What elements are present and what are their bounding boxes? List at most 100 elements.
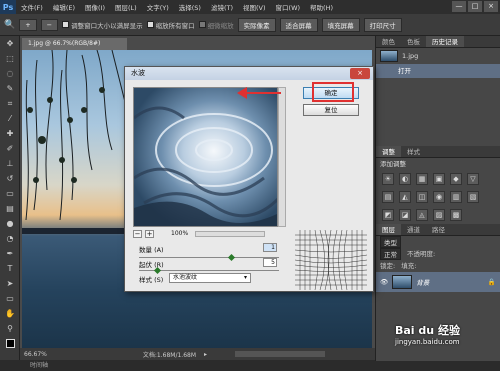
status-arrow-icon[interactable]: ▸ (204, 351, 207, 358)
preview-hscroll[interactable] (195, 230, 266, 237)
dodge-tool-icon[interactable]: ◔ (0, 231, 20, 246)
timeline-panel[interactable]: 时间轴 (0, 360, 500, 371)
zoom-in-button[interactable]: + (19, 18, 37, 31)
snapshot-label: 1.jpg (402, 52, 419, 60)
move-tool-icon[interactable]: ✥ (0, 36, 20, 51)
threshold-icon[interactable]: ◬ (416, 209, 428, 221)
blur-tool-icon[interactable]: ● (0, 216, 20, 231)
selective-color-icon[interactable]: ▨ (433, 209, 445, 221)
actual-pixels-button[interactable]: 实际像素 (237, 17, 276, 32)
options-bar: 🔍 + − 调整窗口大小以满屏显示 缩放所有窗口 细微缩放 实际像素 适合屏幕 … (0, 14, 500, 36)
history-brush-tool-icon[interactable]: ↺ (0, 171, 20, 186)
tab-swatches[interactable]: 色板 (401, 36, 426, 47)
filter-preview[interactable] (133, 87, 278, 227)
history-snapshot[interactable]: 1.jpg (376, 48, 500, 64)
path-select-tool-icon[interactable]: ➤ (0, 276, 20, 291)
gradient-icon[interactable]: ▩ (450, 209, 462, 221)
tab-layers[interactable]: 图层 (376, 224, 401, 235)
menu-help[interactable]: 帮助(H) (305, 2, 338, 12)
print-size-button[interactable]: 打印尺寸 (363, 17, 402, 32)
tab-adjustments[interactable]: 调整 (376, 146, 401, 157)
dialog-close-button[interactable]: × (350, 68, 370, 79)
zigzag-preview-image (134, 88, 277, 226)
exposure-icon[interactable]: ▣ (433, 173, 445, 185)
tab-color[interactable]: 颜色 (376, 36, 401, 47)
scrubby-zoom-checkbox[interactable]: 细微缩放 (198, 20, 234, 30)
posterize-icon[interactable]: ◪ (399, 209, 411, 221)
color-lookup-icon[interactable]: ▧ (467, 191, 479, 203)
healing-brush-tool-icon[interactable]: ✚ (0, 126, 20, 141)
amount-slider[interactable] (139, 257, 279, 258)
eyedropper-tool-icon[interactable]: ⁄ (0, 111, 20, 126)
photo-filter-icon[interactable]: ◉ (433, 191, 445, 203)
menu-edit[interactable]: 编辑(E) (48, 2, 80, 12)
brightness-icon[interactable]: ☀ (382, 173, 394, 185)
tools-panel: ✥ ⬚ ◌ ✎ ⌗ ⁄ ✚ ✐ ⊥ ↺ ▭ ▤ ● ◔ ✒ T ➤ ▭ ✋ ⚲ (0, 36, 20, 371)
hue-saturation-icon[interactable]: ▤ (382, 191, 394, 203)
menu-view[interactable]: 视图(V) (238, 2, 271, 12)
layer-kind-select[interactable]: 类型 (380, 236, 401, 248)
zoom-all-label: 缩放所有窗口 (155, 21, 195, 30)
channel-mixer-icon[interactable]: ▥ (450, 191, 462, 203)
document-tab[interactable]: 1.jpg @ 66.7%(RGB/8#) (22, 38, 127, 50)
reset-button[interactable]: 复位 (303, 104, 359, 116)
preview-scrollbar[interactable] (278, 87, 286, 227)
tab-history[interactable]: 历史记录 (426, 36, 464, 47)
gradient-tool-icon[interactable]: ▤ (0, 201, 20, 216)
hand-tool-icon[interactable]: ✋ (0, 306, 20, 321)
levels-icon[interactable]: ◐ (399, 173, 411, 185)
layer-row-background[interactable]: 👁 背景 🔒 (376, 272, 500, 292)
type-tool-icon[interactable]: T (0, 261, 20, 276)
layer-name: 背景 (416, 279, 430, 287)
gradient-map-icon[interactable]: ▽ (467, 173, 479, 185)
horizontal-scrollbar[interactable] (235, 351, 326, 357)
lasso-tool-icon[interactable]: ◌ (0, 66, 20, 81)
adjustments-panel-tabs: 调整 样式 (376, 146, 500, 158)
shape-tool-icon[interactable]: ▭ (0, 291, 20, 306)
maximize-button[interactable]: □ (468, 1, 482, 12)
fit-screen-button[interactable]: 适合屏幕 (279, 17, 318, 32)
black-white-icon[interactable]: ◫ (416, 191, 428, 203)
opacity-label: 不透明度: (407, 250, 436, 258)
style-select[interactable]: 水池波纹 ▾ (169, 273, 251, 283)
marquee-tool-icon[interactable]: ⬚ (0, 51, 20, 66)
clone-stamp-tool-icon[interactable]: ⊥ (0, 156, 20, 171)
amount-input[interactable]: 1 (263, 243, 277, 252)
layer-lock-icon: 🔒 (487, 278, 496, 286)
close-window-button[interactable]: × (484, 1, 498, 12)
brush-tool-icon[interactable]: ✐ (0, 141, 20, 156)
menu-filter[interactable]: 滤镜(T) (206, 2, 238, 12)
color-balance-icon[interactable]: ◭ (399, 191, 411, 203)
vibrance-icon[interactable]: ◆ (450, 173, 462, 185)
curves-icon[interactable]: ▦ (416, 173, 428, 185)
invert-icon[interactable]: ◩ (382, 209, 394, 221)
zoom-out-preview-button[interactable]: − (133, 229, 142, 238)
crop-tool-icon[interactable]: ⌗ (0, 96, 20, 111)
ridges-input[interactable]: 5 (263, 258, 277, 267)
menu-window[interactable]: 窗口(W) (271, 2, 306, 12)
zoom-tool-icon[interactable]: ⚲ (0, 321, 20, 336)
quick-select-tool-icon[interactable]: ✎ (0, 81, 20, 96)
resize-windows-checkbox[interactable]: 调整窗口大小以满屏显示 (62, 20, 143, 30)
zoom-out-button[interactable]: − (40, 18, 59, 31)
pen-tool-icon[interactable]: ✒ (0, 246, 20, 261)
zoom-in-preview-button[interactable]: + (145, 229, 154, 238)
menu-type[interactable]: 文字(Y) (142, 2, 174, 12)
minimize-button[interactable]: — (452, 1, 466, 12)
blend-mode-select[interactable]: 正常 (380, 248, 401, 260)
history-state-open[interactable]: 打开 (376, 64, 500, 78)
amount-slider-thumb[interactable] (227, 253, 236, 262)
zoom-all-checkbox[interactable]: 缩放所有窗口 (146, 20, 195, 30)
tab-paths[interactable]: 路径 (426, 224, 451, 235)
tab-channels[interactable]: 通道 (401, 224, 426, 235)
visibility-eye-icon[interactable]: 👁 (380, 278, 388, 286)
zoom-level[interactable]: 66.67% (24, 351, 47, 358)
color-swatches-icon[interactable] (0, 336, 20, 351)
fill-screen-button[interactable]: 填充屏幕 (321, 17, 360, 32)
eraser-tool-icon[interactable]: ▭ (0, 186, 20, 201)
menu-image[interactable]: 图像(I) (80, 2, 110, 12)
menu-layer[interactable]: 图层(L) (110, 2, 142, 12)
menu-select[interactable]: 选择(S) (174, 2, 206, 12)
tab-styles[interactable]: 样式 (401, 146, 426, 157)
menu-file[interactable]: 文件(F) (16, 2, 48, 12)
